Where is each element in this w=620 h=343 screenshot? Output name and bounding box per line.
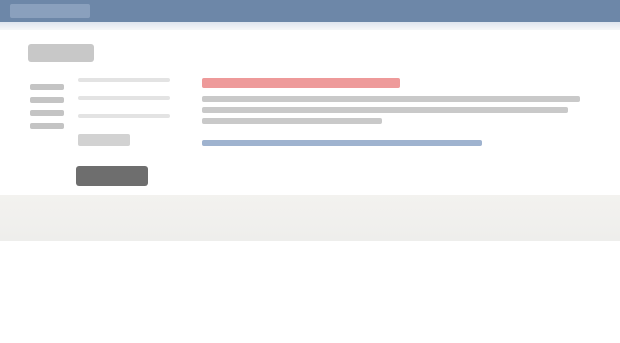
browser-header-bar [0,0,620,22]
form-field[interactable] [78,114,170,118]
error-heading [202,78,400,88]
nav-item[interactable] [30,97,64,103]
message-line [202,118,382,124]
submit-button[interactable] [76,166,148,186]
header-subbar [0,22,620,30]
page-footer [0,195,620,241]
form-fields [78,78,170,132]
nav-item[interactable] [30,84,64,90]
form-label [78,134,130,146]
message-line [202,96,580,102]
site-logo[interactable] [28,44,94,62]
header-tab[interactable] [10,4,90,18]
nav-item[interactable] [30,123,64,129]
form-field[interactable] [78,96,170,100]
nav-item[interactable] [30,110,64,116]
main-content [202,78,592,146]
message-line [202,107,568,113]
form-field[interactable] [78,78,170,82]
help-link[interactable] [202,140,482,146]
left-navigation [30,84,64,148]
